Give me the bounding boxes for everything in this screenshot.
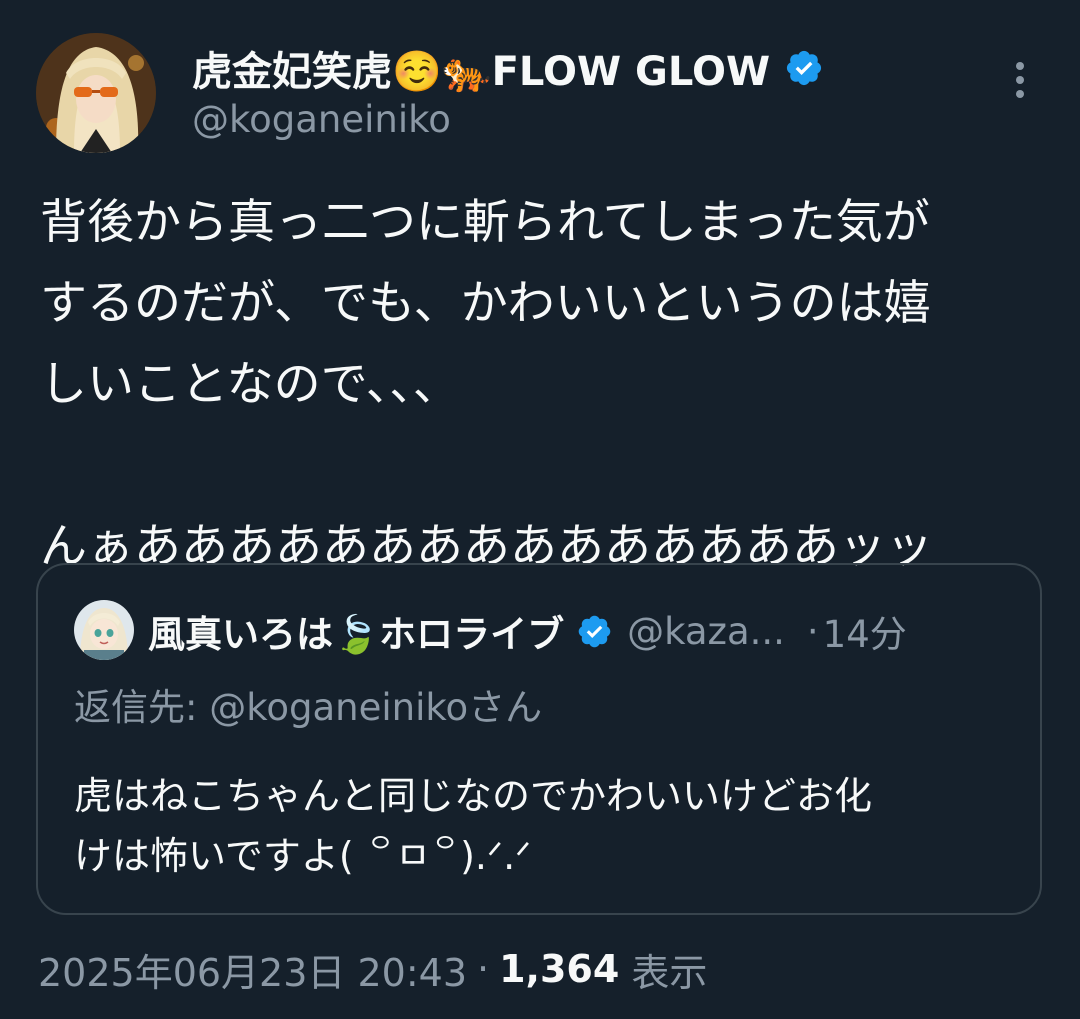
quote-author-handle[interactable]: @kaza... bbox=[627, 610, 785, 653]
views-count: 1,364 bbox=[499, 947, 620, 991]
tweet-timestamp[interactable]: 2025年06月23日 20:43 bbox=[38, 942, 467, 997]
tweet-text: 背後から真っ二つに斬られてしまった気が するのだが、でも、かわいいというのは嬉 … bbox=[40, 182, 1040, 587]
verified-badge-icon bbox=[784, 48, 824, 88]
reply-to-label: 返信先: @koganeinikoさん bbox=[74, 686, 543, 729]
author-avatar-image bbox=[36, 33, 156, 153]
quote-text-line: けは怖いですよ( ꒪ㅁ꒪).ᐟ.ᐟ bbox=[74, 834, 532, 878]
quote-avatar-image bbox=[74, 600, 134, 660]
quoted-tweet-card[interactable]: 風真いろは🍃ホロライブ @kaza... · 14分 返信先: @koganei… bbox=[36, 563, 1042, 915]
quote-author-name[interactable]: 風真いろは🍃ホロライブ bbox=[148, 604, 564, 658]
meta-separator: · bbox=[477, 947, 490, 991]
tweet-text-line: 背後から真っ二つに斬られてしまった気が bbox=[40, 195, 930, 250]
verified-badge-icon bbox=[576, 613, 613, 650]
quote-text-line: 虎はねこちゃんと同じなのでかわいいけどお化 bbox=[74, 774, 873, 818]
quote-timestamp[interactable]: 14分 bbox=[823, 604, 907, 658]
tweet-meta: 2025年06月23日 20:43 · 1,364 表示 bbox=[38, 941, 707, 997]
quote-text: 虎はねこちゃんと同じなのでかわいいけどお化 けは怖いですよ( ꒪ㅁ꒪).ᐟ.ᐟ bbox=[74, 766, 872, 886]
quote-header: 風真いろは🍃ホロライブ @kaza... · 14分 bbox=[148, 601, 907, 661]
author-name-row: 虎金妃笑虎☺️🐅FLOW GLOW bbox=[192, 40, 824, 96]
tweet-text-line: するのだが、でも、かわいいというのは嬉 bbox=[40, 276, 931, 331]
more-vertical-icon bbox=[1016, 62, 1024, 98]
views-label: 表示 bbox=[631, 950, 708, 995]
tweet-text-line: しいことなので、、、 bbox=[40, 357, 460, 412]
author-name[interactable]: 虎金妃笑虎☺️🐅FLOW GLOW bbox=[192, 39, 770, 97]
quote-separator: · bbox=[806, 609, 819, 653]
author-handle[interactable]: @koganeiniko bbox=[192, 98, 451, 141]
more-options-button[interactable] bbox=[1000, 52, 1040, 108]
tweet-text-blank-line bbox=[40, 425, 1040, 506]
quote-author-avatar[interactable] bbox=[74, 600, 134, 660]
author-avatar[interactable] bbox=[36, 33, 156, 153]
